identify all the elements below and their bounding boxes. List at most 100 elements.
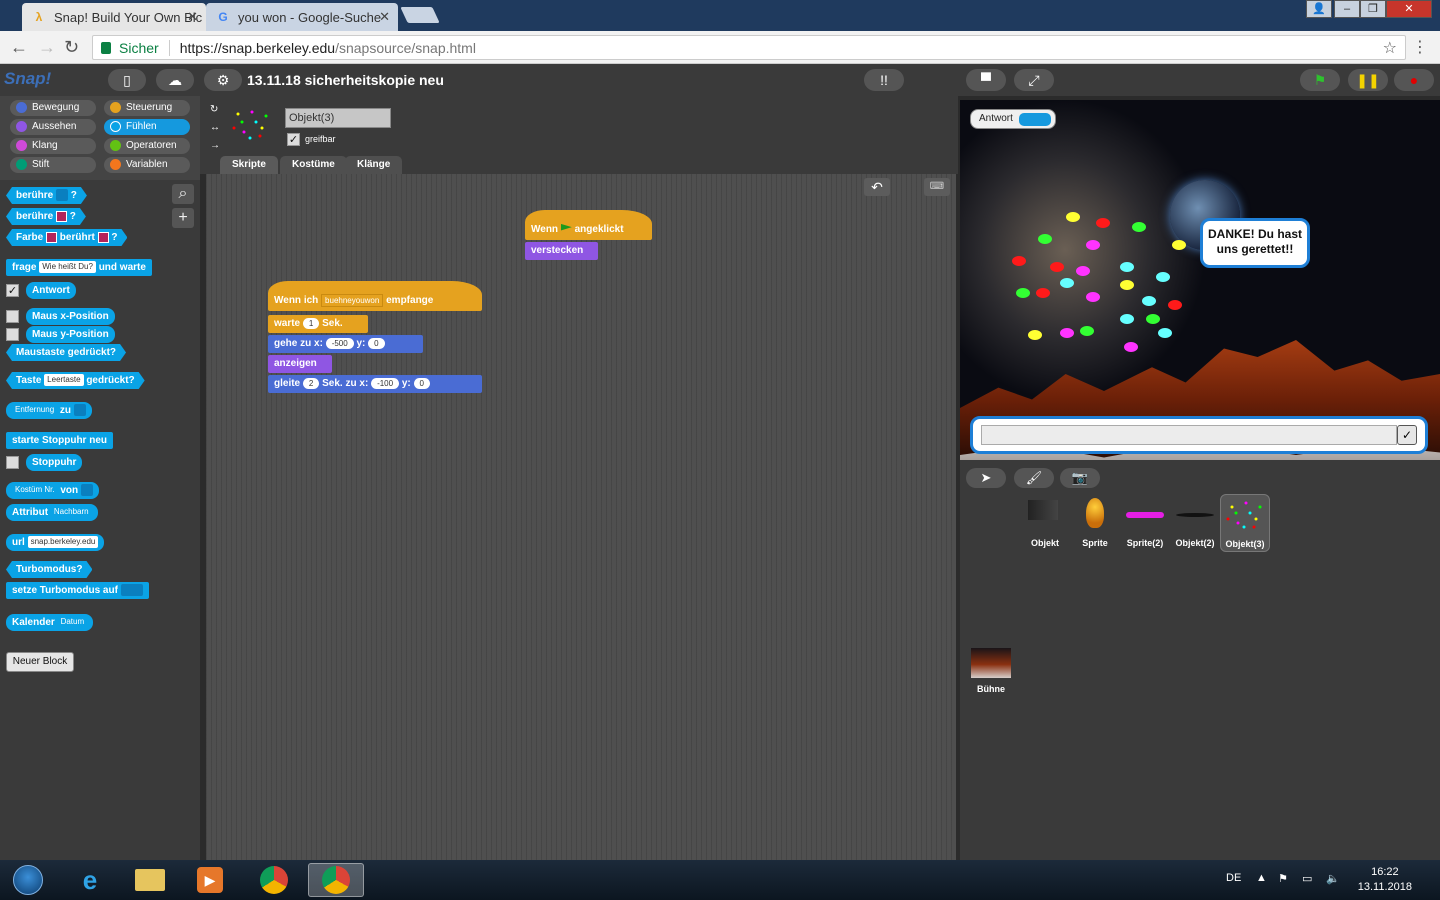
reload-icon[interactable]: ↻ — [64, 37, 79, 58]
action-center-flag-icon[interactable]: ⚑ — [1278, 872, 1288, 885]
glide-x-slot[interactable]: -100 — [371, 377, 400, 389]
system-clock[interactable]: 16:22 13.11.2018 — [1358, 865, 1412, 895]
category-motion[interactable]: Bewegung — [10, 100, 96, 116]
category-control[interactable]: Steuerung — [104, 100, 190, 116]
rotate-icon[interactable]: ↻ — [210, 104, 218, 115]
category-sensing[interactable]: Fühlen — [104, 119, 190, 135]
forward-icon[interactable]: → — [38, 37, 56, 58]
chrome-menu-icon[interactable]: ⋮ — [1412, 37, 1428, 57]
block-mouse-x[interactable]: Maus x-Position — [26, 308, 115, 325]
block-touching[interactable]: berühre ? — [6, 187, 87, 204]
show-block[interactable]: anzeigen — [268, 355, 332, 373]
dropdown-arrow-icon[interactable] — [56, 189, 68, 201]
stage-size-button[interactable]: !! — [864, 69, 904, 91]
category-looks[interactable]: Aussehen — [10, 119, 96, 135]
block-calendar[interactable]: Kalender Datum — [6, 614, 94, 631]
volume-muted-icon[interactable]: 🔈 — [1326, 872, 1340, 885]
date-dropdown[interactable]: Datum — [57, 616, 88, 629]
block-costume-of[interactable]: Kostüm Nr. von — [6, 482, 99, 499]
timer-checkbox[interactable] — [6, 456, 19, 469]
no-rotate-icon[interactable]: → — [210, 140, 220, 151]
sprite-objekt[interactable]: Objekt — [1020, 494, 1070, 552]
file-menu-button[interactable]: ▯ — [108, 69, 146, 91]
settings-button[interactable]: ⚙ — [204, 69, 242, 91]
taskbar-chrome-active[interactable] — [308, 863, 364, 897]
category-operators[interactable]: Operatoren — [104, 138, 190, 154]
wait-block[interactable]: warte 1 Sek. — [268, 315, 368, 333]
language-indicator[interactable]: DE — [1226, 872, 1241, 884]
green-flag-button[interactable]: ⚑ — [1300, 69, 1340, 91]
snap-logo[interactable]: Snap! — [4, 69, 51, 89]
glide-block[interactable]: gleite 2 Sek. zu x: -100 y: 0 — [268, 375, 482, 393]
boolean-slot[interactable] — [120, 584, 143, 597]
block-turbo[interactable]: Turbomodus? — [6, 561, 92, 578]
block-set-turbo[interactable]: setze Turbomodus auf — [6, 582, 149, 599]
key-slot[interactable]: Leertaste — [44, 374, 83, 386]
block-reset-timer[interactable]: starte Stoppuhr neu — [6, 432, 114, 449]
draggable-checkbox[interactable]: ✓ — [287, 133, 300, 146]
maximize-button[interactable]: ❐ — [1360, 0, 1386, 18]
block-mouse-down[interactable]: Maustaste gedrückt? — [6, 344, 126, 361]
presentation-mode-button[interactable]: ⤢ — [1014, 69, 1054, 91]
goto-x-slot[interactable]: -500 — [325, 337, 354, 349]
block-touching-color[interactable]: berühre ? — [6, 208, 86, 225]
category-sound[interactable]: Klang — [10, 138, 96, 154]
minimize-button[interactable]: – — [1334, 0, 1360, 18]
user-icon[interactable]: 👤 — [1306, 0, 1332, 18]
category-variables[interactable]: Variablen — [104, 157, 190, 173]
block-attribute[interactable]: Attribut Nachbarn — [6, 504, 98, 521]
block-color-touches[interactable]: Farbe berührt ? — [6, 229, 127, 246]
search-blocks-icon[interactable]: ⌕ — [172, 184, 194, 204]
attribute-dropdown[interactable]: Kostüm Nr. — [12, 484, 58, 497]
ask-text-slot[interactable]: Wie heißt Du? — [39, 261, 96, 274]
block-timer[interactable]: Stoppuhr — [26, 454, 83, 471]
mouse-y-checkbox[interactable] — [6, 328, 19, 341]
color-swatch[interactable] — [56, 211, 67, 222]
mouse-x-checkbox[interactable] — [6, 310, 19, 323]
attribute-dropdown[interactable]: Nachbarn — [50, 506, 92, 519]
sprite-objekt2[interactable]: Objekt(2) — [1170, 494, 1220, 552]
script-area[interactable]: ↶ ⌨ Wenn angeklickt verstecken Wenn ich … — [206, 174, 956, 860]
answer-input[interactable] — [981, 425, 1397, 445]
color-swatch[interactable] — [46, 232, 57, 243]
keyboard-icon[interactable]: ⌨ — [924, 178, 950, 196]
add-turtle-button[interactable]: ➤ — [966, 468, 1006, 488]
add-block-icon[interactable]: + — [172, 208, 194, 228]
goto-y-slot[interactable]: 0 — [368, 337, 385, 349]
sprite-sprite2[interactable]: Sprite(2) — [1120, 494, 1170, 552]
new-tab-button[interactable] — [400, 7, 440, 23]
when-flag-clicked-block[interactable]: Wenn angeklickt — [525, 210, 652, 240]
answer-watcher[interactable]: Antwort — [970, 109, 1056, 129]
cloud-menu-button[interactable]: ☁ — [156, 69, 194, 91]
network-icon[interactable]: ▭ — [1302, 872, 1312, 885]
paint-new-sprite-button[interactable]: 🖌 — [1014, 468, 1054, 488]
hide-block[interactable]: verstecken — [525, 242, 598, 260]
tab-scripts[interactable]: Skripte — [220, 156, 278, 174]
category-pen[interactable]: Stift — [10, 157, 96, 173]
sprite-name-field[interactable]: Objekt(3) — [285, 108, 391, 128]
answer-checkbox[interactable]: ✓ — [6, 284, 19, 297]
block-key-pressed[interactable]: Taste Leertaste gedrückt? — [6, 372, 145, 389]
block-answer[interactable]: Antwort — [26, 282, 76, 299]
glide-seconds-slot[interactable]: 2 — [302, 377, 320, 389]
wait-seconds-slot[interactable]: 1 — [302, 317, 320, 329]
taskbar-chrome[interactable] — [246, 863, 302, 897]
url-input[interactable]: Sicher https://snap.berkeley.edu/snapsou… — [92, 35, 1406, 60]
glide-y-slot[interactable]: 0 — [413, 377, 430, 389]
new-block-button[interactable]: Neuer Block — [6, 652, 74, 672]
tab-snap[interactable]: λ Snap! Build Your Own Blc ✕ — [22, 3, 206, 31]
tab-google[interactable]: G you won - Google-Suche ✕ — [206, 3, 398, 31]
stop-button[interactable]: ● — [1394, 69, 1434, 91]
normal-stage-button[interactable]: ▀ — [966, 69, 1006, 91]
dropdown-arrow-icon[interactable] — [73, 404, 86, 417]
taskbar-internet-explorer[interactable]: e — [62, 863, 118, 897]
block-mouse-y[interactable]: Maus y-Position — [26, 326, 115, 343]
close-window-button[interactable]: ✕ — [1386, 0, 1432, 18]
stage[interactable]: Antwort DANKE! Du hast uns gerettet!! ✓ — [960, 100, 1440, 460]
camera-sprite-button[interactable]: 📷 — [1060, 468, 1100, 488]
show-hidden-icons-icon[interactable]: ▲ — [1256, 872, 1267, 884]
close-tab-icon[interactable]: ✕ — [187, 9, 198, 25]
bookmark-star-icon[interactable]: ☆ — [1383, 38, 1397, 58]
block-ask-and-wait[interactable]: frage Wie heißt Du? und warte — [6, 259, 152, 276]
when-i-receive-block[interactable]: Wenn ich buehneyouwon empfange — [268, 281, 482, 311]
